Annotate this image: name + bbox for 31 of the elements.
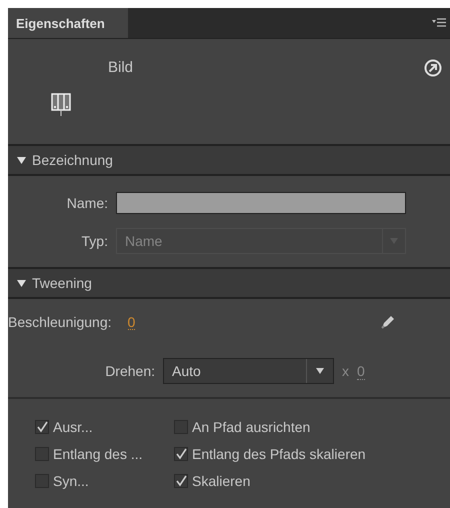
checkbox-label: Entlang des Pfads skalieren <box>192 446 366 462</box>
panel-menu-icon[interactable] <box>432 18 446 28</box>
field-label: Typ: <box>80 233 109 249</box>
bitmap-symbol-icon <box>50 91 72 117</box>
dropdown-arrow-icon <box>316 368 324 374</box>
checkbox[interactable] <box>35 420 49 434</box>
checkbox[interactable] <box>174 474 188 488</box>
name-field[interactable] <box>116 192 406 214</box>
section-title[interactable]: Bezeichnung <box>32 152 113 168</box>
rotate-dropdown[interactable]: Auto <box>163 358 334 384</box>
field-label: Beschleunigung: <box>8 314 112 330</box>
section-title[interactable]: Tweening <box>32 275 92 291</box>
checkbox[interactable] <box>35 474 49 488</box>
checkbox[interactable] <box>174 420 188 434</box>
checkbox-label: Ausr... <box>53 419 93 435</box>
symbol-name: Bild <box>108 59 134 76</box>
checkbox-label: Skalieren <box>192 473 250 489</box>
disclosure-triangle-icon[interactable] <box>17 278 26 288</box>
pencil-icon[interactable] <box>380 314 396 330</box>
panel-tab[interactable]: Eigenschaften <box>8 8 128 38</box>
times-sign: x <box>342 363 349 379</box>
checkbox[interactable] <box>174 447 188 461</box>
arrow-circle-icon[interactable] <box>424 59 442 77</box>
checkbox-label: Syn... <box>53 473 89 489</box>
easing-value[interactable]: 0 <box>128 314 136 330</box>
disclosure-triangle-icon[interactable] <box>17 156 26 164</box>
checkbox-label: An Pfad ausrichten <box>192 419 310 435</box>
checkbox[interactable] <box>35 447 49 461</box>
field-label: Drehen: <box>104 363 156 379</box>
field-label: Name: <box>66 195 109 211</box>
checkbox-label: Entlang des ... <box>53 446 143 462</box>
